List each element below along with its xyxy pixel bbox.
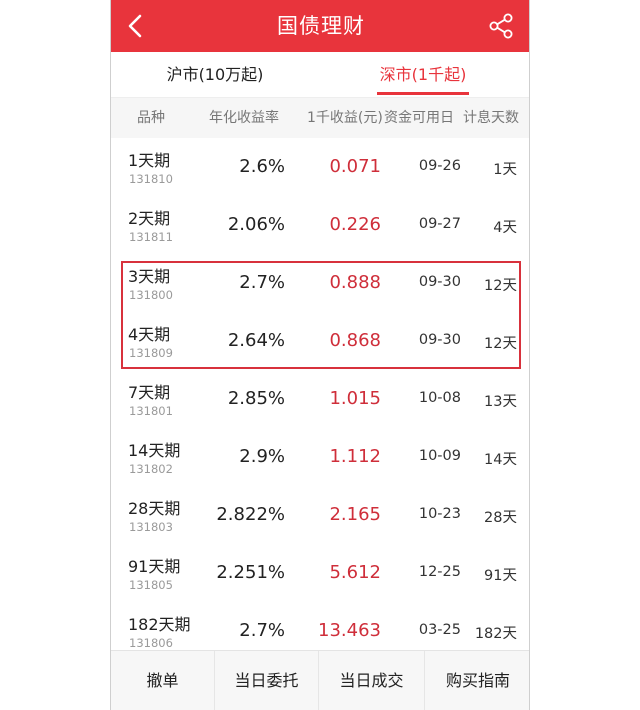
annual-yield: 2.7% [239, 620, 285, 641]
income-per-1000: 13.463 [318, 620, 381, 641]
bond-term: 28天期 [128, 499, 181, 518]
interest-days: 4天 [493, 220, 517, 236]
fund-available-date: 09-30 [418, 274, 461, 290]
annual-yield: 2.7% [239, 272, 285, 293]
interest-days: 12天 [484, 278, 517, 294]
annual-yield: 2.251% [216, 562, 285, 583]
income-per-1000: 2.165 [329, 504, 381, 525]
column-header-variety: 品种 [137, 110, 165, 126]
table-row[interactable]: 3天期 131800 2.7% 0.888 09-30 12天 [111, 254, 529, 312]
interest-days: 1天 [493, 162, 517, 178]
income-per-1000: 1.112 [329, 446, 381, 467]
fund-available-date: 09-27 [418, 216, 461, 232]
interest-days: 12天 [484, 336, 517, 352]
fund-available-date: 12-25 [418, 564, 461, 580]
interest-days: 182天 [474, 626, 517, 642]
bond-code: 131811 [129, 230, 173, 244]
column-header-interest-days: 计息天数 [463, 110, 519, 126]
table-row[interactable]: 4天期 131809 2.64% 0.868 09-30 12天 [111, 312, 529, 370]
column-header-fund-available-date: 资金可用日 [384, 110, 454, 126]
bond-code: 131801 [129, 404, 173, 418]
table-row[interactable]: 2天期 131811 2.06% 0.226 09-27 4天 [111, 196, 529, 254]
annual-yield: 2.06% [227, 214, 285, 235]
page-title: 国债理财 [277, 14, 365, 38]
fund-available-date: 10-23 [418, 506, 461, 522]
interest-days: 13天 [484, 394, 517, 410]
annual-yield: 2.6% [239, 156, 285, 177]
interest-days: 28天 [484, 510, 517, 526]
market-tabs: 沪市(10万起) 深市(1千起) [111, 52, 529, 98]
table-row[interactable]: 28天期 131803 2.822% 2.165 10-23 28天 [111, 486, 529, 544]
fund-available-date: 09-30 [418, 332, 461, 348]
table-row[interactable]: 14天期 131802 2.9% 1.112 10-09 14天 [111, 428, 529, 486]
income-per-1000: 0.868 [329, 330, 381, 351]
bond-code: 131803 [129, 520, 173, 534]
bond-code: 131800 [129, 288, 173, 302]
bond-code: 131809 [129, 346, 173, 360]
table-row[interactable]: 1天期 131810 2.6% 0.071 09-26 1天 [111, 138, 529, 196]
top-nav-bar: 国债理财 [111, 0, 529, 52]
column-header-income-per-1000: 1千收益(元) [307, 110, 383, 126]
fund-available-date: 03-25 [418, 622, 461, 638]
fund-available-date: 10-08 [418, 390, 461, 406]
table-header: 品种 年化收益率 1千收益(元) 资金可用日 计息天数 [111, 98, 529, 138]
table-row[interactable]: 7天期 131801 2.85% 1.015 10-08 13天 [111, 370, 529, 428]
annual-yield: 2.85% [227, 388, 285, 409]
annual-yield: 2.64% [227, 330, 285, 351]
fund-available-date: 10-09 [418, 448, 461, 464]
income-per-1000: 5.612 [329, 562, 381, 583]
bond-term: 91天期 [128, 557, 181, 576]
income-per-1000: 0.888 [329, 272, 381, 293]
income-per-1000: 0.226 [329, 214, 381, 235]
bond-term: 7天期 [128, 383, 171, 402]
bond-term: 14天期 [128, 441, 181, 460]
bond-term: 4天期 [128, 325, 171, 344]
share-icon[interactable] [487, 12, 515, 40]
today-trades-button[interactable]: 当日成交 [319, 651, 425, 710]
bond-code: 131810 [129, 172, 173, 186]
app-frame: 国债理财 沪市(10万起) 深市(1千起) 品种 年化收益率 1千收益(元) 资… [110, 0, 530, 710]
bond-term: 182天期 [128, 615, 191, 634]
bond-term: 1天期 [128, 151, 171, 170]
annual-yield: 2.822% [216, 504, 285, 525]
interest-days: 91天 [484, 568, 517, 584]
tab-shanghai[interactable]: 沪市(10万起) [135, 52, 295, 98]
bond-term: 2天期 [128, 209, 171, 228]
today-orders-button[interactable]: 当日委托 [215, 651, 319, 710]
bottom-action-bar: 撤单 当日委托 当日成交 购买指南 [111, 650, 529, 710]
annual-yield: 2.9% [239, 446, 285, 467]
bond-code: 131802 [129, 462, 173, 476]
bond-term: 3天期 [128, 267, 171, 286]
income-per-1000: 1.015 [329, 388, 381, 409]
fund-available-date: 09-26 [418, 158, 461, 174]
income-per-1000: 0.071 [329, 156, 381, 177]
bond-code: 131805 [129, 578, 173, 592]
bond-code: 131806 [129, 636, 173, 650]
table-row[interactable]: 91天期 131805 2.251% 5.612 12-25 91天 [111, 544, 529, 602]
interest-days: 14天 [484, 452, 517, 468]
purchase-guide-button[interactable]: 购买指南 [425, 651, 529, 710]
cancel-order-button[interactable]: 撤单 [111, 651, 215, 710]
active-tab-indicator [377, 92, 469, 95]
column-header-annual-yield: 年化收益率 [209, 110, 279, 126]
